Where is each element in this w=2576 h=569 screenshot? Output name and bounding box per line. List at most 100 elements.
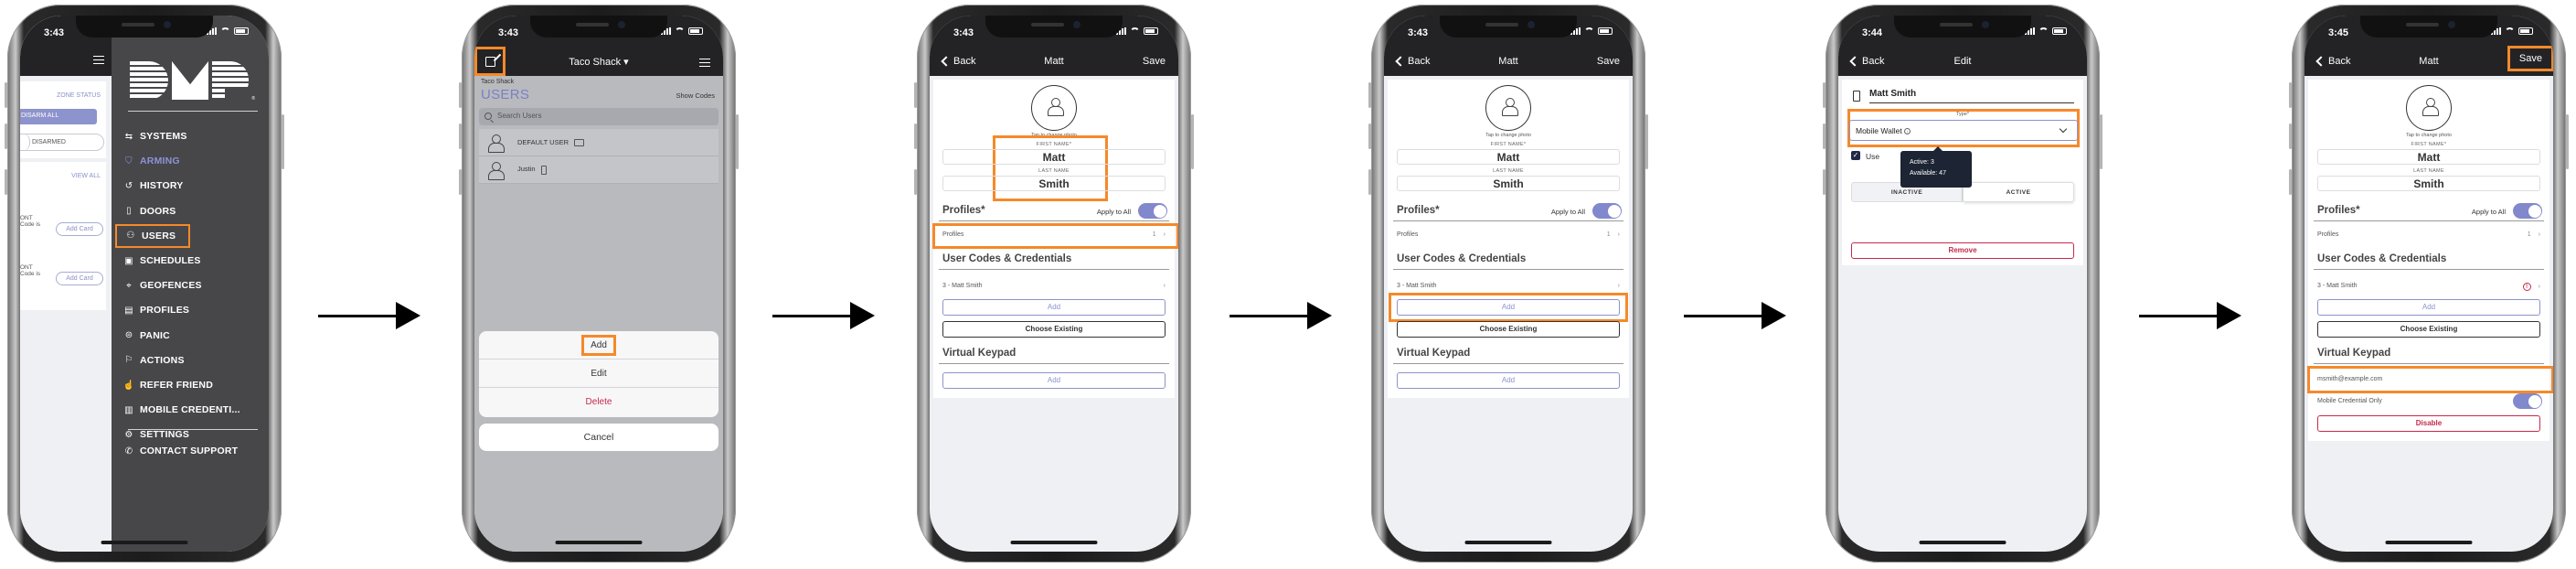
save-button[interactable]: Save (2507, 46, 2553, 71)
add-card-button[interactable]: Add Card (56, 272, 103, 285)
disarm-all-button[interactable]: DISARM ALL (20, 109, 97, 124)
system-selector[interactable]: Taco Shack ▾ (474, 56, 723, 68)
history-icon: ↺ (124, 180, 133, 191)
add-credential-button[interactable]: Add (1397, 299, 1620, 316)
list-item: ONT Code is Add Card (20, 264, 106, 312)
navigation-drawer: ® ⇆ SYSTEMS ⛉ ARMING ↺ HISTORY ▯ DOORS ⚇ USERS ▣ SC… (112, 16, 269, 552)
back-button[interactable]: Back (2315, 56, 2350, 67)
save-button[interactable]: Save (1597, 56, 1620, 67)
drawer-item-systems[interactable]: ⇆ SYSTEMS (122, 127, 263, 145)
hamburger-menu-icon[interactable] (699, 59, 710, 67)
wifi-icon (2505, 27, 2515, 35)
remove-button[interactable]: Remove (1851, 242, 2074, 259)
last-name-field[interactable]: Smith (2317, 176, 2540, 191)
save-button[interactable]: Save (1143, 56, 1166, 67)
segment-active[interactable]: ACTIVE (1963, 182, 2074, 202)
user-code-row[interactable]: 3 - Matt Smith › (942, 283, 1166, 289)
drawer-item-refer-friend[interactable]: ☝ REFER FRIEND (122, 376, 263, 394)
photo-button[interactable] (2406, 85, 2452, 131)
photo-button[interactable] (1031, 85, 1077, 131)
mobile-credential-icon: ▥ (124, 404, 133, 415)
add-card-button[interactable]: Add Card (56, 222, 103, 236)
back-button[interactable]: Back (1395, 56, 1430, 67)
virtual-keypad-email[interactable]: msmith@example.com (2317, 376, 2540, 382)
back-button[interactable]: Back (1849, 56, 1884, 67)
drawer-item-users[interactable]: ⚇ USERS (115, 223, 190, 248)
screen-step-4: 3:43 Matt Back Save Tap to change photo … (1384, 16, 1633, 552)
last-name-field[interactable]: Smith (942, 176, 1166, 191)
disable-button[interactable]: Disable (2317, 415, 2540, 432)
avatar-icon (1046, 97, 1064, 116)
apply-to-all-toggle[interactable] (1138, 203, 1167, 219)
type-select[interactable]: Mobile Wallet i (1849, 120, 2078, 141)
apply-to-all-toggle[interactable] (2513, 203, 2542, 219)
action-cancel[interactable]: Cancel (479, 424, 719, 451)
add-credential-button[interactable]: Add (942, 299, 1166, 316)
info-icon[interactable]: i (1904, 128, 1911, 135)
chevron-down-icon (2059, 124, 2068, 134)
location-pin-icon: ⌖ (126, 280, 132, 291)
profile-card-icon: ▤ (124, 305, 133, 316)
battery-icon (688, 27, 703, 35)
profiles-row[interactable]: Profiles 1 › (942, 231, 1166, 238)
drawer-item-panic[interactable]: ⊜ PANIC (122, 327, 263, 345)
action-edit[interactable]: Edit (479, 360, 719, 388)
profiles-row[interactable]: Profiles 1 › (2317, 231, 2540, 238)
avatar-icon (486, 161, 505, 180)
add-virtual-keypad-button[interactable]: Add (942, 372, 1166, 389)
back-button[interactable]: Back (941, 56, 975, 67)
users-icon: ⚇ (126, 231, 135, 242)
gear-icon: ⚙ (124, 429, 133, 440)
avatar-icon (1500, 97, 1518, 116)
choose-existing-button[interactable]: Choose Existing (2317, 321, 2540, 338)
thumbs-up-icon: ☝ (122, 380, 135, 391)
choose-existing-button[interactable]: Choose Existing (942, 321, 1166, 338)
view-all-link[interactable]: VIEW ALL (71, 173, 101, 179)
action-add[interactable]: Add (479, 331, 719, 360)
add-credential-button[interactable]: Add (2317, 299, 2540, 316)
phone-frame-step-3: 3:43 Matt Back Save Tap to change photo … (914, 5, 1194, 563)
mobile-credential-only-toggle[interactable] (2513, 393, 2542, 409)
first-name-field[interactable]: Matt (942, 149, 1166, 165)
credential-name-field[interactable]: Matt Smith (1869, 89, 2074, 103)
use-checkbox[interactable]: ✓ (1851, 151, 1860, 160)
doors-card: VIEW ALL ONT Code is Add Card ONT Code i… (20, 162, 106, 310)
choose-existing-button[interactable]: Choose Existing (1397, 321, 1620, 338)
virtual-keypad-heading: Virtual Keypad (1397, 348, 1471, 359)
drawer-item-mobile-credenti[interactable]: ▥ MOBILE CREDENTI... (122, 401, 263, 419)
actions-icon: ⚐ (124, 355, 133, 366)
show-codes-button[interactable]: Show Codes (676, 91, 715, 100)
drawer-item-profiles[interactable]: ▤ PROFILES (122, 301, 263, 319)
profiles-row[interactable]: Profiles 1 › (1397, 231, 1620, 238)
hamburger-menu-icon[interactable] (93, 56, 104, 64)
drawer-item-arming[interactable]: ⛉ ARMING (122, 152, 263, 170)
action-sheet: Add Edit Delete (479, 331, 719, 417)
zone-status-link[interactable]: ZONE STATUS (57, 92, 101, 99)
panic-icon: ⊜ (124, 330, 133, 341)
drawer-item-geofences[interactable]: ⌖ GEOFENCES (122, 276, 263, 295)
drawer-item-schedules[interactable]: ▣ SCHEDULES (122, 252, 263, 270)
divider (128, 111, 258, 112)
user-code-row[interactable]: 3 - Matt Smith › (1397, 283, 1620, 289)
chevron-right-icon: › (1617, 283, 1620, 289)
add-virtual-keypad-button[interactable]: Add (1397, 372, 1620, 389)
photo-button[interactable] (1485, 85, 1531, 131)
wifi-icon (220, 27, 230, 35)
user-row[interactable]: DEFAULT USER (479, 129, 719, 156)
user-row[interactable]: Justin (479, 156, 719, 184)
first-name-field[interactable]: Matt (2317, 149, 2540, 165)
drawer-item-actions[interactable]: ⚐ ACTIONS (122, 351, 263, 370)
disarmed-status[interactable]: DISARMED (20, 134, 104, 151)
user-code-row[interactable]: 3 - Matt Smith! › (2317, 283, 2540, 291)
drawer-item-history[interactable]: ↺ HISTORY (122, 177, 263, 195)
apply-to-all-toggle[interactable] (1592, 203, 1622, 219)
search-input[interactable]: Search Users (479, 108, 719, 125)
action-delete[interactable]: Delete (479, 388, 719, 416)
calendar-icon: ▣ (124, 255, 133, 266)
edit-button[interactable] (474, 47, 506, 76)
phone-icon: ✆ (124, 446, 133, 456)
last-name-field[interactable]: Smith (1397, 176, 1620, 191)
drawer-item-contact-support[interactable]: ✆ CONTACT SUPPORT (122, 442, 263, 460)
drawer-item-doors[interactable]: ▯ DOORS (122, 202, 263, 220)
first-name-field[interactable]: Matt (1397, 149, 1620, 165)
